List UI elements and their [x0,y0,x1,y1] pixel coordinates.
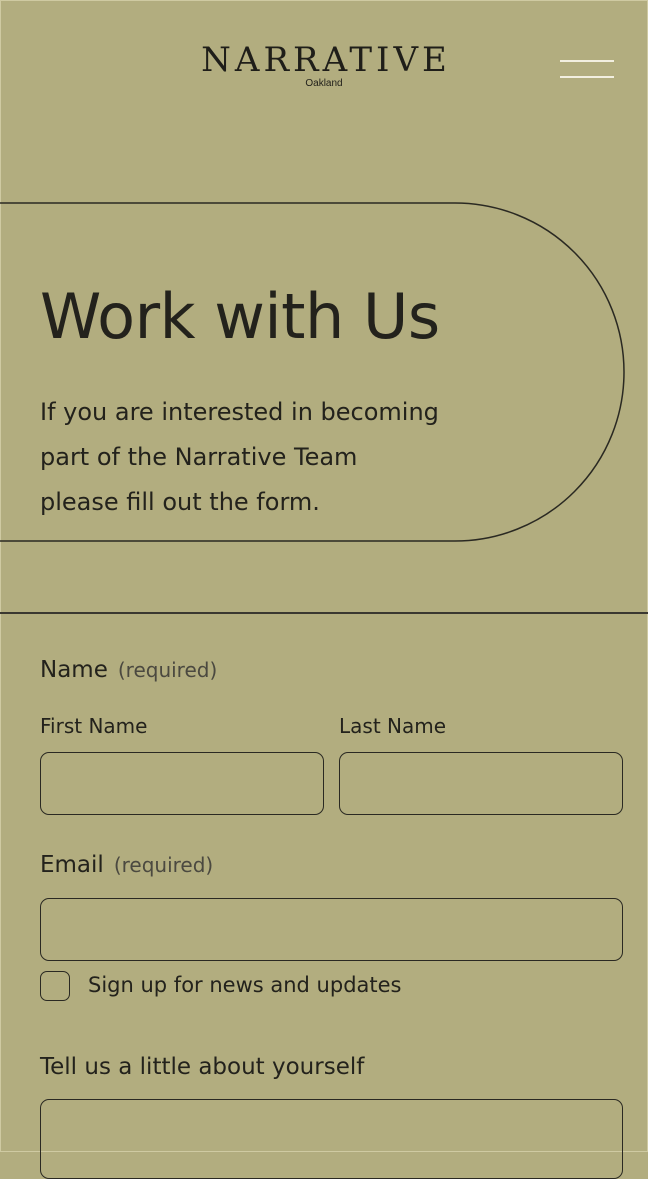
hero-description-line: If you are interested in becoming [40,398,439,426]
hero-description-line: please fill out the form. [40,488,320,516]
newsletter-label[interactable]: Sign up for news and updates [88,970,401,1000]
hero-description-line: part of the Narrative Team [40,443,358,471]
email-input[interactable] [40,898,623,961]
email-required-note: (required) [113,853,214,877]
name-label: Name (required) [40,657,217,683]
first-name-label: First Name [40,714,148,738]
last-name-input[interactable] [339,752,623,815]
hero-description: If you are interested in becoming part o… [40,390,500,525]
newsletter-checkbox[interactable] [40,971,70,1001]
email-label-text: Email [40,852,104,878]
last-name-label: Last Name [339,714,447,738]
name-label-text: Name [40,657,108,683]
name-required-note: (required) [117,658,218,682]
section-divider [0,612,648,614]
about-textarea[interactable] [40,1099,623,1179]
first-name-input[interactable] [40,752,324,815]
email-label: Email (required) [40,852,213,878]
about-label: Tell us a little about yourself [40,1054,365,1080]
page-title: Work with Us [40,280,440,353]
